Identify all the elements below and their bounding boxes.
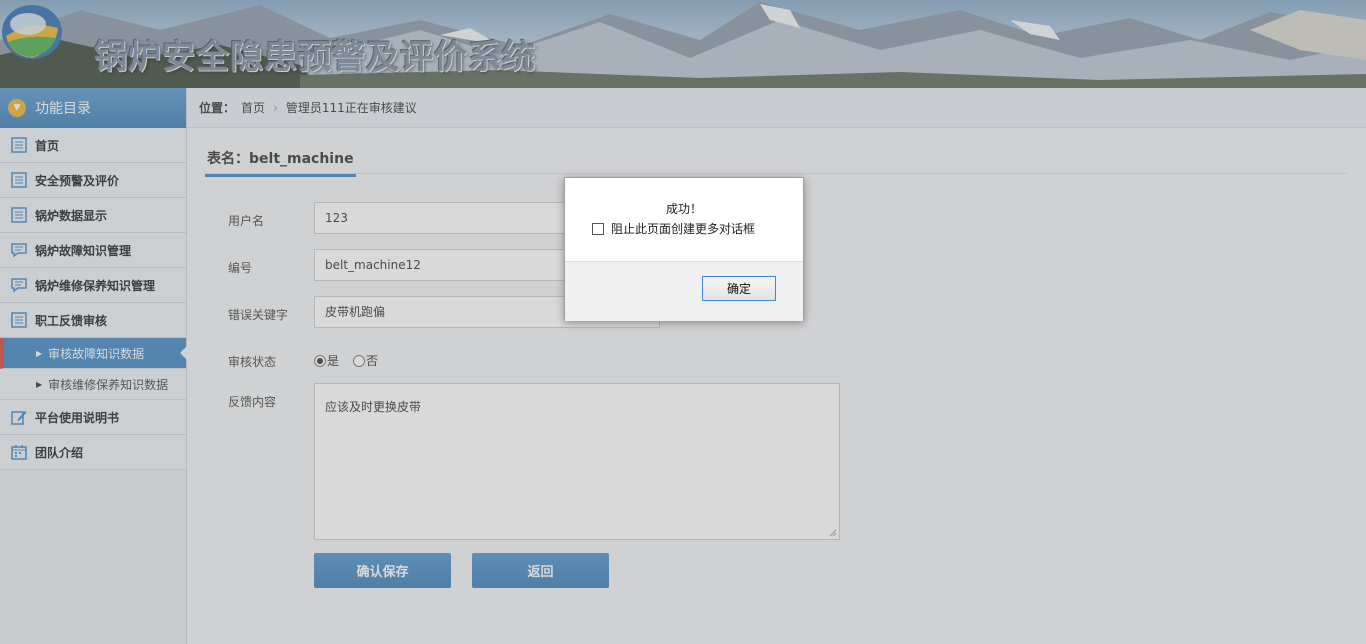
alert-message: 成功！ (665, 202, 702, 216)
alert-dialog: 成功！ 阻止此页面创建更多对话框 确定 (564, 177, 804, 321)
modal-overlay (0, 0, 1366, 644)
suppress-dialogs-checkbox[interactable] (592, 222, 604, 235)
suppress-dialogs-option[interactable]: 阻止此页面创建更多对话框 (592, 220, 755, 237)
suppress-dialogs-label: 阻止此页面创建更多对话框 (611, 222, 756, 236)
dialog-footer: 确定 (565, 261, 803, 321)
ok-button[interactable]: 确定 (702, 276, 776, 301)
